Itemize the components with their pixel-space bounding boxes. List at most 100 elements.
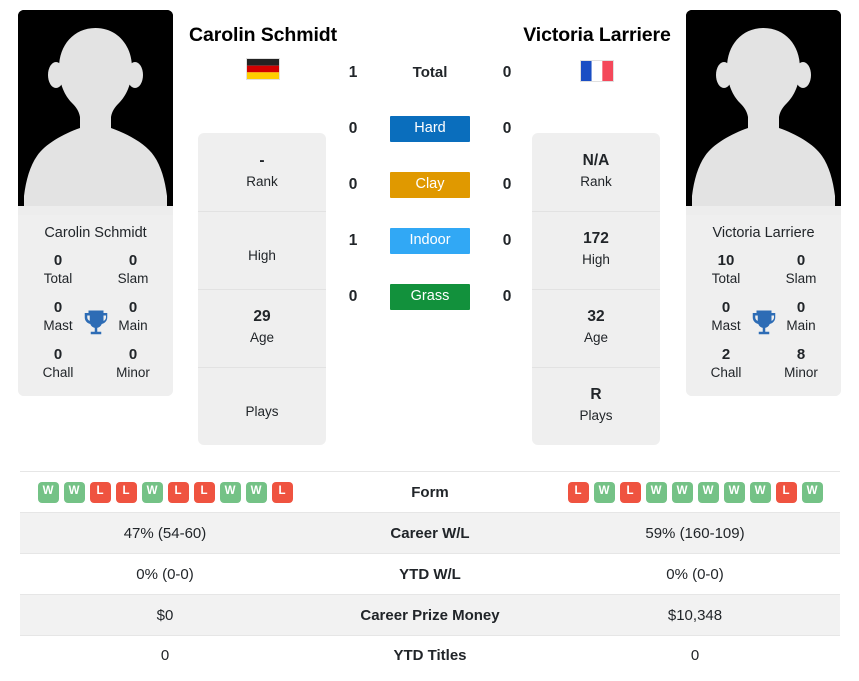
titles-minor-value: 8 [796,345,806,363]
trophy-icon [81,308,111,338]
avatar-silhouette-icon [18,10,173,215]
trophy-icon-svg [752,310,775,335]
h2h-row-indoor: 1 Indoor 0 [340,226,520,256]
titles-row-total-slam: 0 Total 0 Slam [26,252,165,289]
titles-slam-value: 0 [128,252,138,269]
form-badge-win[interactable]: W [37,481,59,503]
titles-total-value: 0 [53,252,63,269]
form-badge-win[interactable]: W [801,481,823,503]
titles-chall-label: Chall [710,364,742,380]
titles-cell-mast: 0 Mast [32,299,84,336]
avatar-silhouette-icon [686,10,841,215]
player-name-block-right: Victoria Larriere [512,24,682,83]
form-badge-loss[interactable]: L [567,481,589,503]
form-badge-win[interactable]: W [245,481,267,503]
titles-main-value: 0 [796,298,806,316]
titles-slam-label: Slam [785,271,817,287]
info-rank-value: N/A [582,151,610,169]
titles-minor-label: Minor [116,364,150,380]
form-badge-win[interactable]: W [671,481,693,503]
titles-row-chall-minor: 2 Chall 8 Minor [694,346,833,383]
info-high-value: 172 [583,230,609,248]
form-badge-win[interactable]: W [141,481,163,503]
form-badge-loss[interactable]: L [271,481,293,503]
form-strip-left: WWLLWLLWWL [20,481,310,503]
h2h-total-label: Total [412,64,448,81]
form-badge-win[interactable]: W [723,481,745,503]
info-plays-label: Plays [579,408,613,423]
titles-grid-left: 0 Total 0 Slam 0 Mast 0 Main 0 Chall 0 M… [18,252,173,397]
trophy-icon [749,308,779,338]
titles-chall-label: Chall [42,364,74,380]
h2h-label-cell: Hard [366,115,494,143]
titles-main-value: 0 [128,298,138,316]
info-cell-plays: R Plays [532,367,660,445]
surface-badge-clay[interactable]: Clay [390,171,470,199]
form-badge-win[interactable]: W [697,481,719,503]
form-badge-loss[interactable]: L [115,481,137,503]
titles-slam-value: 0 [796,252,806,269]
form-badge-win[interactable]: W [645,481,667,503]
info-high-label: High [582,252,610,267]
player-comparison-page: Carolin Schmidt 0 Total 0 Slam 0 Mast 0 … [0,0,859,681]
titles-row-total-slam: 10 Total 0 Slam [694,252,833,289]
titles-cell-main: 0 Main [775,299,827,336]
info-plays-value: R [590,386,602,404]
form-badge-win[interactable]: W [63,481,85,503]
titles-cell-chall: 2 Chall [700,346,752,383]
info-card-left: - Rank High 29 Age Plays [198,133,326,445]
info-cell-rank: N/A Rank [532,133,660,211]
page-title-left: Carolin Schmidt [188,24,338,46]
titles-cell-mast: 0 Mast [700,299,752,336]
form-badge-win[interactable]: W [593,481,615,503]
comparison-label: Career Prize Money [360,606,500,624]
info-cell-plays: Plays [198,367,326,445]
info-age-value: 29 [253,308,271,326]
table-row: 0% (0-0) YTD W/L 0% (0-0) [20,553,840,594]
titles-cell-total: 0 Total [32,252,84,289]
info-cell-rank: - Rank [198,133,326,211]
h2h-right-value: 0 [502,120,512,137]
surface-badge-hard[interactable]: Hard [390,115,470,143]
titles-main-label: Main [118,318,148,334]
form-badge-win[interactable]: W [749,481,771,503]
france-flag-svg [581,61,613,82]
titles-mast-value: 0 [53,298,63,316]
form-badge-loss[interactable]: L [775,481,797,503]
info-cell-age: 32 Age [532,289,660,367]
h2h-right-value: 0 [502,288,512,305]
form-badge-loss[interactable]: L [167,481,189,503]
titles-cell-slam: 0 Slam [775,252,827,289]
h2h-label-cell: Clay [366,171,494,199]
titles-cell-minor: 8 Minor [775,346,827,383]
titles-cell-total: 10 Total [700,252,752,289]
form-badge-loss[interactable]: L [619,481,641,503]
comparison-left-value: WWLLWLLWWL [20,481,310,503]
surface-badge-indoor[interactable]: Indoor [390,227,470,255]
form-badge-loss[interactable]: L [193,481,215,503]
titles-minor-value: 0 [128,345,138,363]
titles-cell-minor: 0 Minor [107,346,159,383]
h2h-right-value: 0 [502,64,512,81]
h2h-right-value: 0 [502,176,512,193]
info-age-label: Age [583,330,609,345]
top-section: Carolin Schmidt 0 Total 0 Slam 0 Mast 0 … [0,0,859,460]
form-badge-loss[interactable]: L [89,481,111,503]
titles-grid-right: 10 Total 0 Slam 0 Mast 0 Main 2 Chall 8 … [686,252,841,397]
h2h-right-value: 0 [502,232,512,249]
germany-flag-icon [246,58,280,81]
h2h-left-value: 1 [348,232,358,249]
titles-mast-label: Mast [43,318,73,334]
info-plays-label: Plays [245,403,279,419]
player-photo-caption-right: Victoria Larriere [686,215,841,252]
table-row: $0 Career Prize Money $10,348 [20,594,840,635]
comparison-label: Form [411,483,449,501]
table-row: W W L L W L L W W L Form L W L W W W W W L W [20,471,840,512]
h2h-label-cell: Indoor [366,227,494,255]
form-badge-win[interactable]: W [219,481,241,503]
surface-badge-grass[interactable]: Grass [390,283,470,311]
h2h-left-value: 1 [348,64,358,81]
germany-flag-svg [247,59,279,80]
titles-mast-value: 0 [721,298,731,316]
info-cell-high: High [198,211,326,289]
